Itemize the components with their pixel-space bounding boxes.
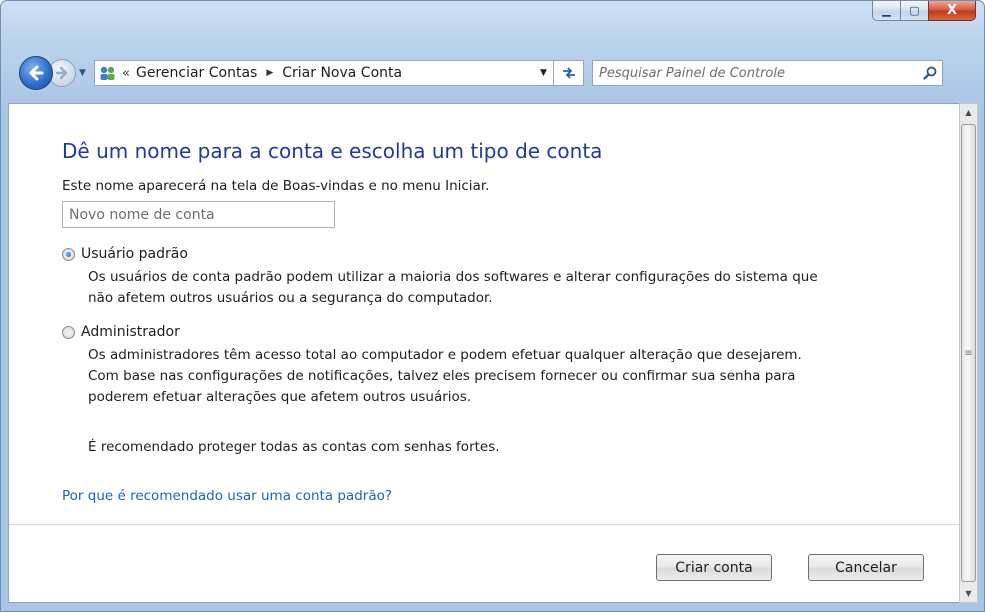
minimize-icon: ▁ xyxy=(882,4,891,17)
grip-icon: ≡ xyxy=(964,347,973,359)
refresh-button[interactable] xyxy=(554,60,584,86)
administrator-radio[interactable] xyxy=(62,325,75,339)
description-line: Os administradores têm acesso total ao c… xyxy=(88,347,802,363)
recent-pages-dropdown[interactable]: ▼ xyxy=(79,68,91,78)
standard-user-label[interactable]: Usuário padrão xyxy=(81,246,188,262)
breadcrumb-separator-icon[interactable]: ▶ xyxy=(266,68,273,78)
standard-user-option[interactable]: Usuário padrão xyxy=(62,246,188,262)
search-box xyxy=(592,60,943,86)
search-icon[interactable] xyxy=(918,66,942,80)
description-line: Os usuários de conta padrão podem utiliz… xyxy=(88,269,818,285)
description-line: Com base nas configurações de notificaçõ… xyxy=(88,368,796,384)
password-recommendation: É recomendado proteger todas as contas c… xyxy=(88,439,500,455)
back-button[interactable] xyxy=(19,56,53,90)
address-bar[interactable]: « Gerenciar Contas ▶ Criar Nova Conta ▼ xyxy=(94,60,554,86)
close-icon: X xyxy=(946,3,958,18)
intro-text: Este nome aparecerá na tela de Boas-vind… xyxy=(62,178,490,194)
forward-arrow-icon xyxy=(55,66,68,80)
address-dropdown-button[interactable]: ▼ xyxy=(533,61,553,85)
page-title: Dê um nome para a conta e escolha um tip… xyxy=(62,139,603,163)
scroll-up-arrow-icon[interactable]: ▲ xyxy=(960,104,977,121)
why-standard-account-link[interactable]: Por que é recomendado usar uma conta pad… xyxy=(62,488,392,504)
refresh-icon xyxy=(562,67,575,79)
administrator-option[interactable]: Administrador xyxy=(62,324,180,340)
scroll-down-arrow-icon[interactable]: ▼ xyxy=(960,585,977,602)
back-arrow-icon xyxy=(29,65,44,81)
description-line: poderem efetuar alterações que afetem ou… xyxy=(88,389,472,405)
create-account-button[interactable]: Criar conta xyxy=(656,554,772,581)
caption-buttons: ▁ ▢ X xyxy=(872,1,976,21)
content-pane: Dê um nome para a conta e escolha um tip… xyxy=(8,103,959,603)
footer-divider xyxy=(9,524,959,525)
maximize-button[interactable]: ▢ xyxy=(900,1,928,21)
description-line: não afetem outros usuários ou a seguranç… xyxy=(88,290,493,306)
breadcrumb-item-criar-nova-conta[interactable]: Criar Nova Conta xyxy=(282,65,402,81)
standard-user-radio[interactable] xyxy=(62,247,75,261)
account-name-input[interactable] xyxy=(62,201,335,228)
vertical-scrollbar[interactable]: ▲ ≡ ▼ xyxy=(959,103,978,603)
search-input[interactable] xyxy=(599,65,918,81)
breadcrumb-item-gerenciar-contas[interactable]: Gerenciar Contas xyxy=(136,65,257,81)
control-panel-icon xyxy=(98,64,118,82)
maximize-icon: ▢ xyxy=(909,4,920,17)
standard-user-description: Os usuários de conta padrão podem utiliz… xyxy=(88,267,948,309)
minimize-button[interactable]: ▁ xyxy=(872,1,900,21)
administrator-description: Os administradores têm acesso total ao c… xyxy=(88,345,948,408)
navigation-bar: ▼ « Gerenciar Contas ▶ Criar Nova Conta … xyxy=(19,54,974,92)
breadcrumb-overflow[interactable]: « xyxy=(122,66,130,81)
administrator-label[interactable]: Administrador xyxy=(81,324,180,340)
cancel-button[interactable]: Cancelar xyxy=(808,554,924,581)
close-button[interactable]: X xyxy=(928,1,976,21)
scrollbar-thumb[interactable]: ≡ xyxy=(961,124,976,582)
